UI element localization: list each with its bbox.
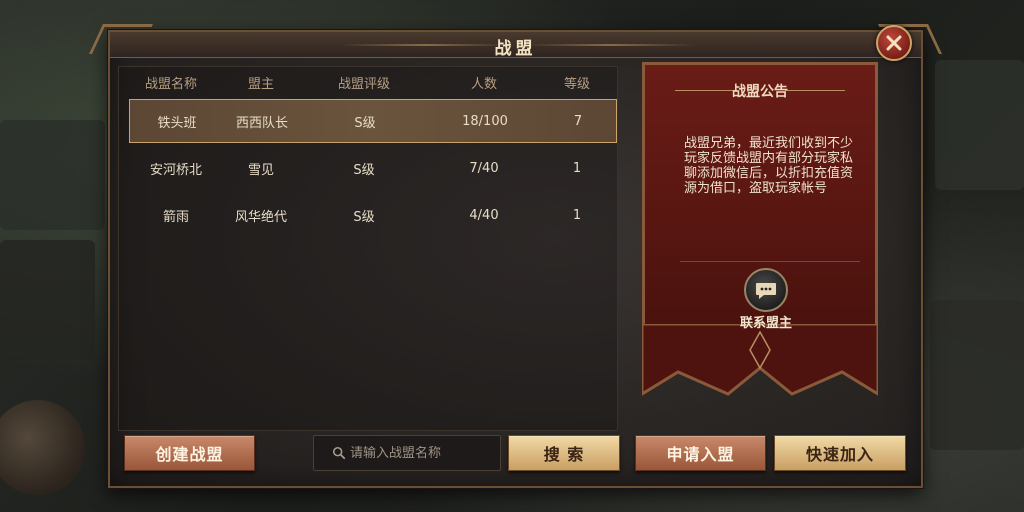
row-name: 箭雨: [162, 209, 189, 225]
header-leader: 盟主: [247, 76, 274, 92]
row-grade: S级: [353, 209, 375, 225]
row-members: 4/40: [469, 207, 499, 223]
header-level: 等级: [563, 76, 590, 92]
row-level: 1: [572, 160, 582, 176]
row-leader: 雪见: [247, 162, 274, 178]
row-leader: 风华绝代: [234, 209, 287, 225]
alliance-panel: 战盟 战盟名称 盟主 战盟评级 人数 等级 铁头班 西西队长 S级 18/100…: [89, 24, 942, 488]
chat-bubble-icon: [756, 283, 776, 299]
search-box[interactable]: [313, 435, 501, 471]
search-button[interactable]: 搜 索: [508, 435, 620, 471]
title-bar: 战盟: [89, 24, 942, 59]
row-level: 7: [573, 113, 583, 129]
search-icon: [332, 446, 346, 460]
header-members: 人数: [470, 76, 497, 92]
contact-leader-button[interactable]: [744, 268, 788, 312]
header-grade: 战盟评级: [337, 76, 390, 92]
row-grade: S级: [354, 115, 376, 131]
notice-divider: [680, 261, 860, 262]
row-name: 铁头班: [157, 115, 197, 131]
apply-join-button[interactable]: 申请入盟: [635, 435, 766, 471]
row-name: 安河桥北: [149, 162, 202, 178]
notice-banner: 战盟公告: [640, 62, 880, 402]
row-leader: 西西队长: [235, 115, 288, 131]
create-alliance-button[interactable]: 创建战盟: [124, 435, 255, 471]
window-title: 战盟: [494, 39, 537, 59]
row-members: 18/100: [462, 113, 508, 129]
alliance-row[interactable]: 安河桥北 雪见 S级 7/40 1: [129, 146, 617, 190]
header-name: 战盟名称: [144, 76, 197, 92]
search-input[interactable]: [350, 445, 500, 461]
close-button[interactable]: [876, 25, 912, 61]
alliance-row[interactable]: 铁头班 西西队长 S级 18/100 7: [129, 99, 617, 143]
row-members: 7/40: [469, 160, 499, 176]
notice-title: 战盟公告: [732, 84, 788, 100]
notice-banner-tail: [642, 324, 878, 396]
alliance-list: 战盟名称 盟主 战盟评级 人数 等级 铁头班 西西队长 S级 18/100 7 …: [118, 66, 618, 431]
close-icon: [886, 35, 902, 51]
alliance-row[interactable]: 箭雨 风华绝代 S级 4/40 1: [129, 193, 617, 237]
list-header: 战盟名称 盟主 战盟评级 人数 等级: [119, 67, 617, 97]
row-level: 1: [572, 207, 582, 223]
contact-leader-label: 联系盟主: [739, 316, 792, 331]
notice-text: 战盟兄弟，最近我们收到不少玩家反馈战盟内有部分玩家私聊添加微信后，以折扣充值资源…: [684, 136, 854, 196]
row-grade: S级: [353, 162, 375, 178]
quick-join-button[interactable]: 快速加入: [774, 435, 906, 471]
